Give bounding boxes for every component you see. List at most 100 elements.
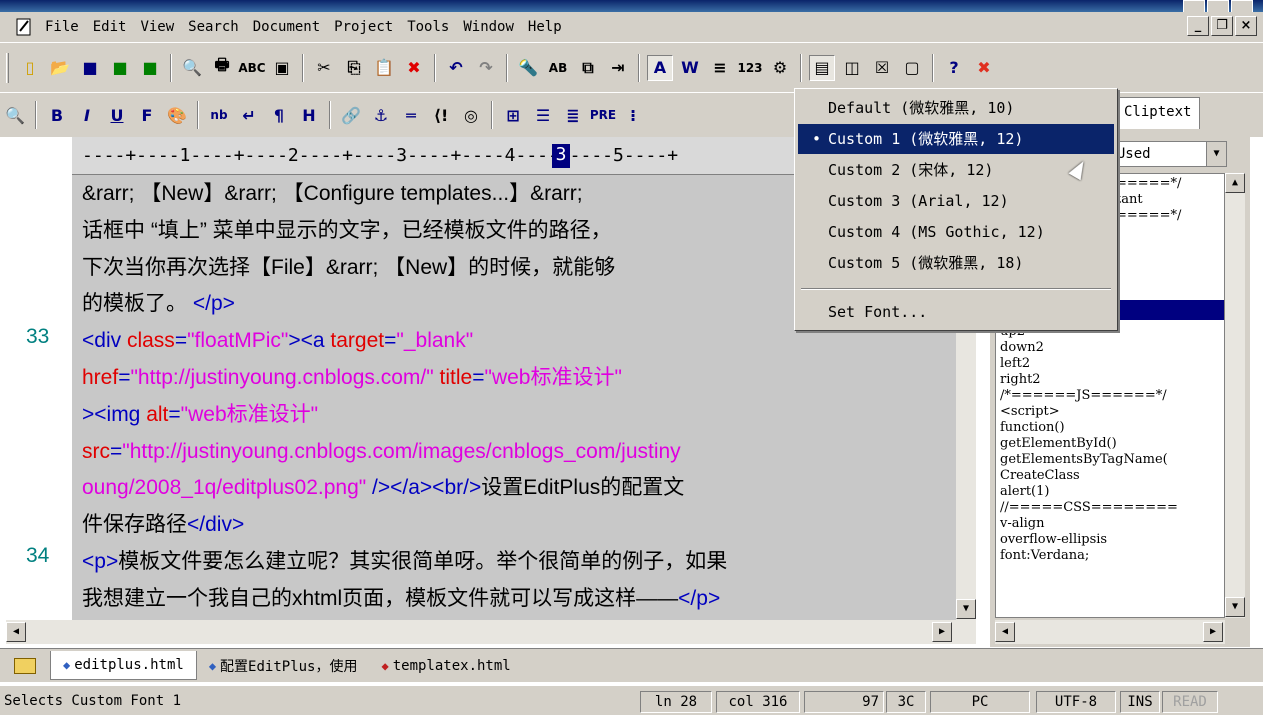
cliptext-item[interactable]: overflow-ellipsis <box>1000 532 1107 548</box>
cliptext-item[interactable]: function() <box>1000 420 1065 436</box>
cliptext-item[interactable]: getElementById() <box>1000 436 1117 452</box>
menu-file[interactable]: File <box>38 19 86 35</box>
close-file-icon[interactable]: ■ <box>137 55 163 81</box>
html-toolbar-icon[interactable]: ▣ <box>269 55 295 81</box>
browser-preview-icon[interactable]: 🔍 <box>2 102 28 128</box>
image-icon[interactable]: ◎ <box>458 102 484 128</box>
link-icon[interactable]: 🔗 <box>338 102 364 128</box>
menu-project[interactable]: Project <box>327 19 400 35</box>
toolbar-grip[interactable] <box>6 52 9 83</box>
color-icon[interactable]: 🎨 <box>164 102 190 128</box>
view-4-icon[interactable]: ▢ <box>899 55 925 81</box>
scroll-down-icon[interactable]: ▼ <box>956 599 976 619</box>
set-font-menu-item[interactable]: Set Font... <box>798 297 1114 327</box>
code-line[interactable]: 件保存路径</div> <box>82 510 244 539</box>
list-icon[interactable]: ⁝ <box>620 102 646 128</box>
center-icon[interactable]: ☰ <box>530 102 556 128</box>
code-line[interactable]: <p>模板文件要怎么建立呢？其实很简单呀。举个很简单的例子，如果 <box>82 547 727 576</box>
close-icon[interactable]: × <box>1235 16 1257 36</box>
menu-view[interactable]: View <box>133 19 181 35</box>
print-preview-icon[interactable]: 🔍 <box>179 55 205 81</box>
font-menu-item[interactable]: Custom 5 (微软雅黑, 18) <box>798 248 1114 278</box>
menu-tools[interactable]: Tools <box>400 19 456 35</box>
cliptext-item[interactable]: <script> <box>1000 404 1060 420</box>
cut-icon[interactable]: ✂ <box>311 55 337 81</box>
copy-icon[interactable]: ⎘ <box>341 55 367 81</box>
cliptext-item[interactable]: tant <box>1116 192 1143 208</box>
view-3-icon[interactable]: ☒ <box>869 55 895 81</box>
cliptext-item[interactable]: //=====CSS======== <box>1000 500 1178 516</box>
open-icon[interactable]: 📂 <box>47 55 73 81</box>
editor-horizontal-scrollbar[interactable]: ◀ ▶ <box>6 620 976 644</box>
font-menu-item[interactable]: • Custom 1 (微软雅黑, 12) <box>798 124 1114 154</box>
save-icon[interactable]: ■ <box>77 55 103 81</box>
comment-icon[interactable]: ⟨! <box>428 102 454 128</box>
code-line[interactable]: oung/2008_1q/editplus02.png" /></a><br/>… <box>82 473 684 502</box>
save-all-icon[interactable]: ■ <box>107 55 133 81</box>
find-icon[interactable]: 🔦 <box>515 55 541 81</box>
redo-icon[interactable]: ↷ <box>473 55 499 81</box>
font-menu-item[interactable]: Custom 4 (MS Gothic, 12) <box>798 217 1114 247</box>
scroll-right-icon[interactable]: ▶ <box>1203 622 1223 642</box>
scroll-left-icon[interactable]: ◀ <box>995 622 1015 642</box>
cliptext-item[interactable]: CreateClass <box>1000 468 1080 484</box>
print-icon[interactable]: 🖶 <box>209 55 235 81</box>
menu-document[interactable]: Document <box>246 19 327 35</box>
replace-icon[interactable]: AB <box>545 55 571 81</box>
delete-icon[interactable]: ✖ <box>401 55 427 81</box>
pre-button[interactable]: PRE <box>590 102 616 128</box>
document-tab[interactable]: ◆ 配置EditPlus，使用 <box>197 650 370 682</box>
cliptext-item[interactable]: /*======JS======*/ <box>1000 388 1167 404</box>
underline-button[interactable]: U <box>104 102 130 128</box>
code-line[interactable]: src="http://justinyoung.cnblogs.com/imag… <box>82 437 681 466</box>
cliptext-vertical-scrollbar[interactable]: ▲ ▼ <box>1225 173 1245 618</box>
duplicate-icon[interactable]: ⧉ <box>575 55 601 81</box>
new-file-icon[interactable]: ▯ <box>17 55 43 81</box>
cliptext-item[interactable]: getElementsByTagName( <box>1000 452 1168 468</box>
font-menu-item[interactable]: Custom 3 (Arial, 12) <box>798 186 1114 216</box>
document-tab[interactable]: ◆ templatex.html <box>369 652 522 680</box>
close-red-icon[interactable]: ✖ <box>971 55 997 81</box>
code-line[interactable]: ><img alt="web标准设计" <box>82 400 318 429</box>
anchor-icon[interactable]: ⚓ <box>368 102 394 128</box>
heading-button[interactable]: H <box>296 102 322 128</box>
indent-icon[interactable]: ⇥ <box>605 55 631 81</box>
cliptext-item[interactable]: =====*/ <box>1116 208 1181 224</box>
undo-icon[interactable]: ↶ <box>443 55 469 81</box>
restore-icon[interactable]: ❐ <box>1211 16 1233 36</box>
menu-help[interactable]: Help <box>521 19 569 35</box>
scroll-up-icon[interactable]: ▲ <box>1225 173 1245 193</box>
column-ruler-icon[interactable]: 123 <box>737 55 763 81</box>
table-icon[interactable]: ⊞ <box>500 102 526 128</box>
line-number-icon[interactable]: ≡ <box>707 55 733 81</box>
bold-button[interactable]: B <box>44 102 70 128</box>
paragraph-button[interactable]: ¶ <box>266 102 292 128</box>
preferences-icon[interactable]: ⚙ <box>767 55 793 81</box>
cliptext-item[interactable]: left2 <box>1000 356 1030 372</box>
code-line[interactable]: 话框中 “填上” 菜单中显示的文字，已经模板文件的路径， <box>82 216 612 245</box>
view-1-icon[interactable]: ▤ <box>809 54 835 81</box>
code-line[interactable]: 的模板了。 </p> <box>82 289 235 318</box>
scroll-down-icon[interactable]: ▼ <box>1225 597 1245 617</box>
hr-icon[interactable]: ═ <box>398 102 424 128</box>
menu-edit[interactable]: Edit <box>86 19 134 35</box>
code-line[interactable]: 我想建立一个我自己的xhtml页面，模板文件就可以写成这样——</p> <box>82 584 720 613</box>
code-line[interactable]: href="http://justinyoung.cnblogs.com/" t… <box>82 363 622 392</box>
minimize-icon[interactable]: _ <box>1187 16 1209 36</box>
folder-icon[interactable] <box>14 657 36 674</box>
font-menu-item[interactable]: Default (微软雅黑, 10) <box>798 93 1114 123</box>
help-icon[interactable]: ? <box>941 55 967 81</box>
nbsp-button[interactable]: nb <box>206 102 232 128</box>
break-button[interactable]: ↵ <box>236 102 262 128</box>
cliptext-item[interactable]: v-align <box>1000 516 1045 532</box>
tab-cliptext[interactable]: Cliptext <box>1115 97 1201 129</box>
scroll-right-icon[interactable]: ▶ <box>932 622 952 642</box>
paste-icon[interactable]: 📋 <box>371 55 397 81</box>
italic-button[interactable]: I <box>74 102 100 128</box>
code-line[interactable]: &rarr; 【New】&rarr; 【Configure templates.… <box>82 179 583 208</box>
chevron-down-icon[interactable]: ▼ <box>1206 142 1226 166</box>
code-line[interactable]: 下次当你再次选择【File】&rarr; 【New】的时候，就能够 <box>82 253 615 282</box>
align-icon[interactable]: ≣ <box>560 102 586 128</box>
cliptext-item[interactable]: font:Verdana; <box>1000 548 1089 564</box>
cliptext-item[interactable]: right2 <box>1000 372 1041 388</box>
